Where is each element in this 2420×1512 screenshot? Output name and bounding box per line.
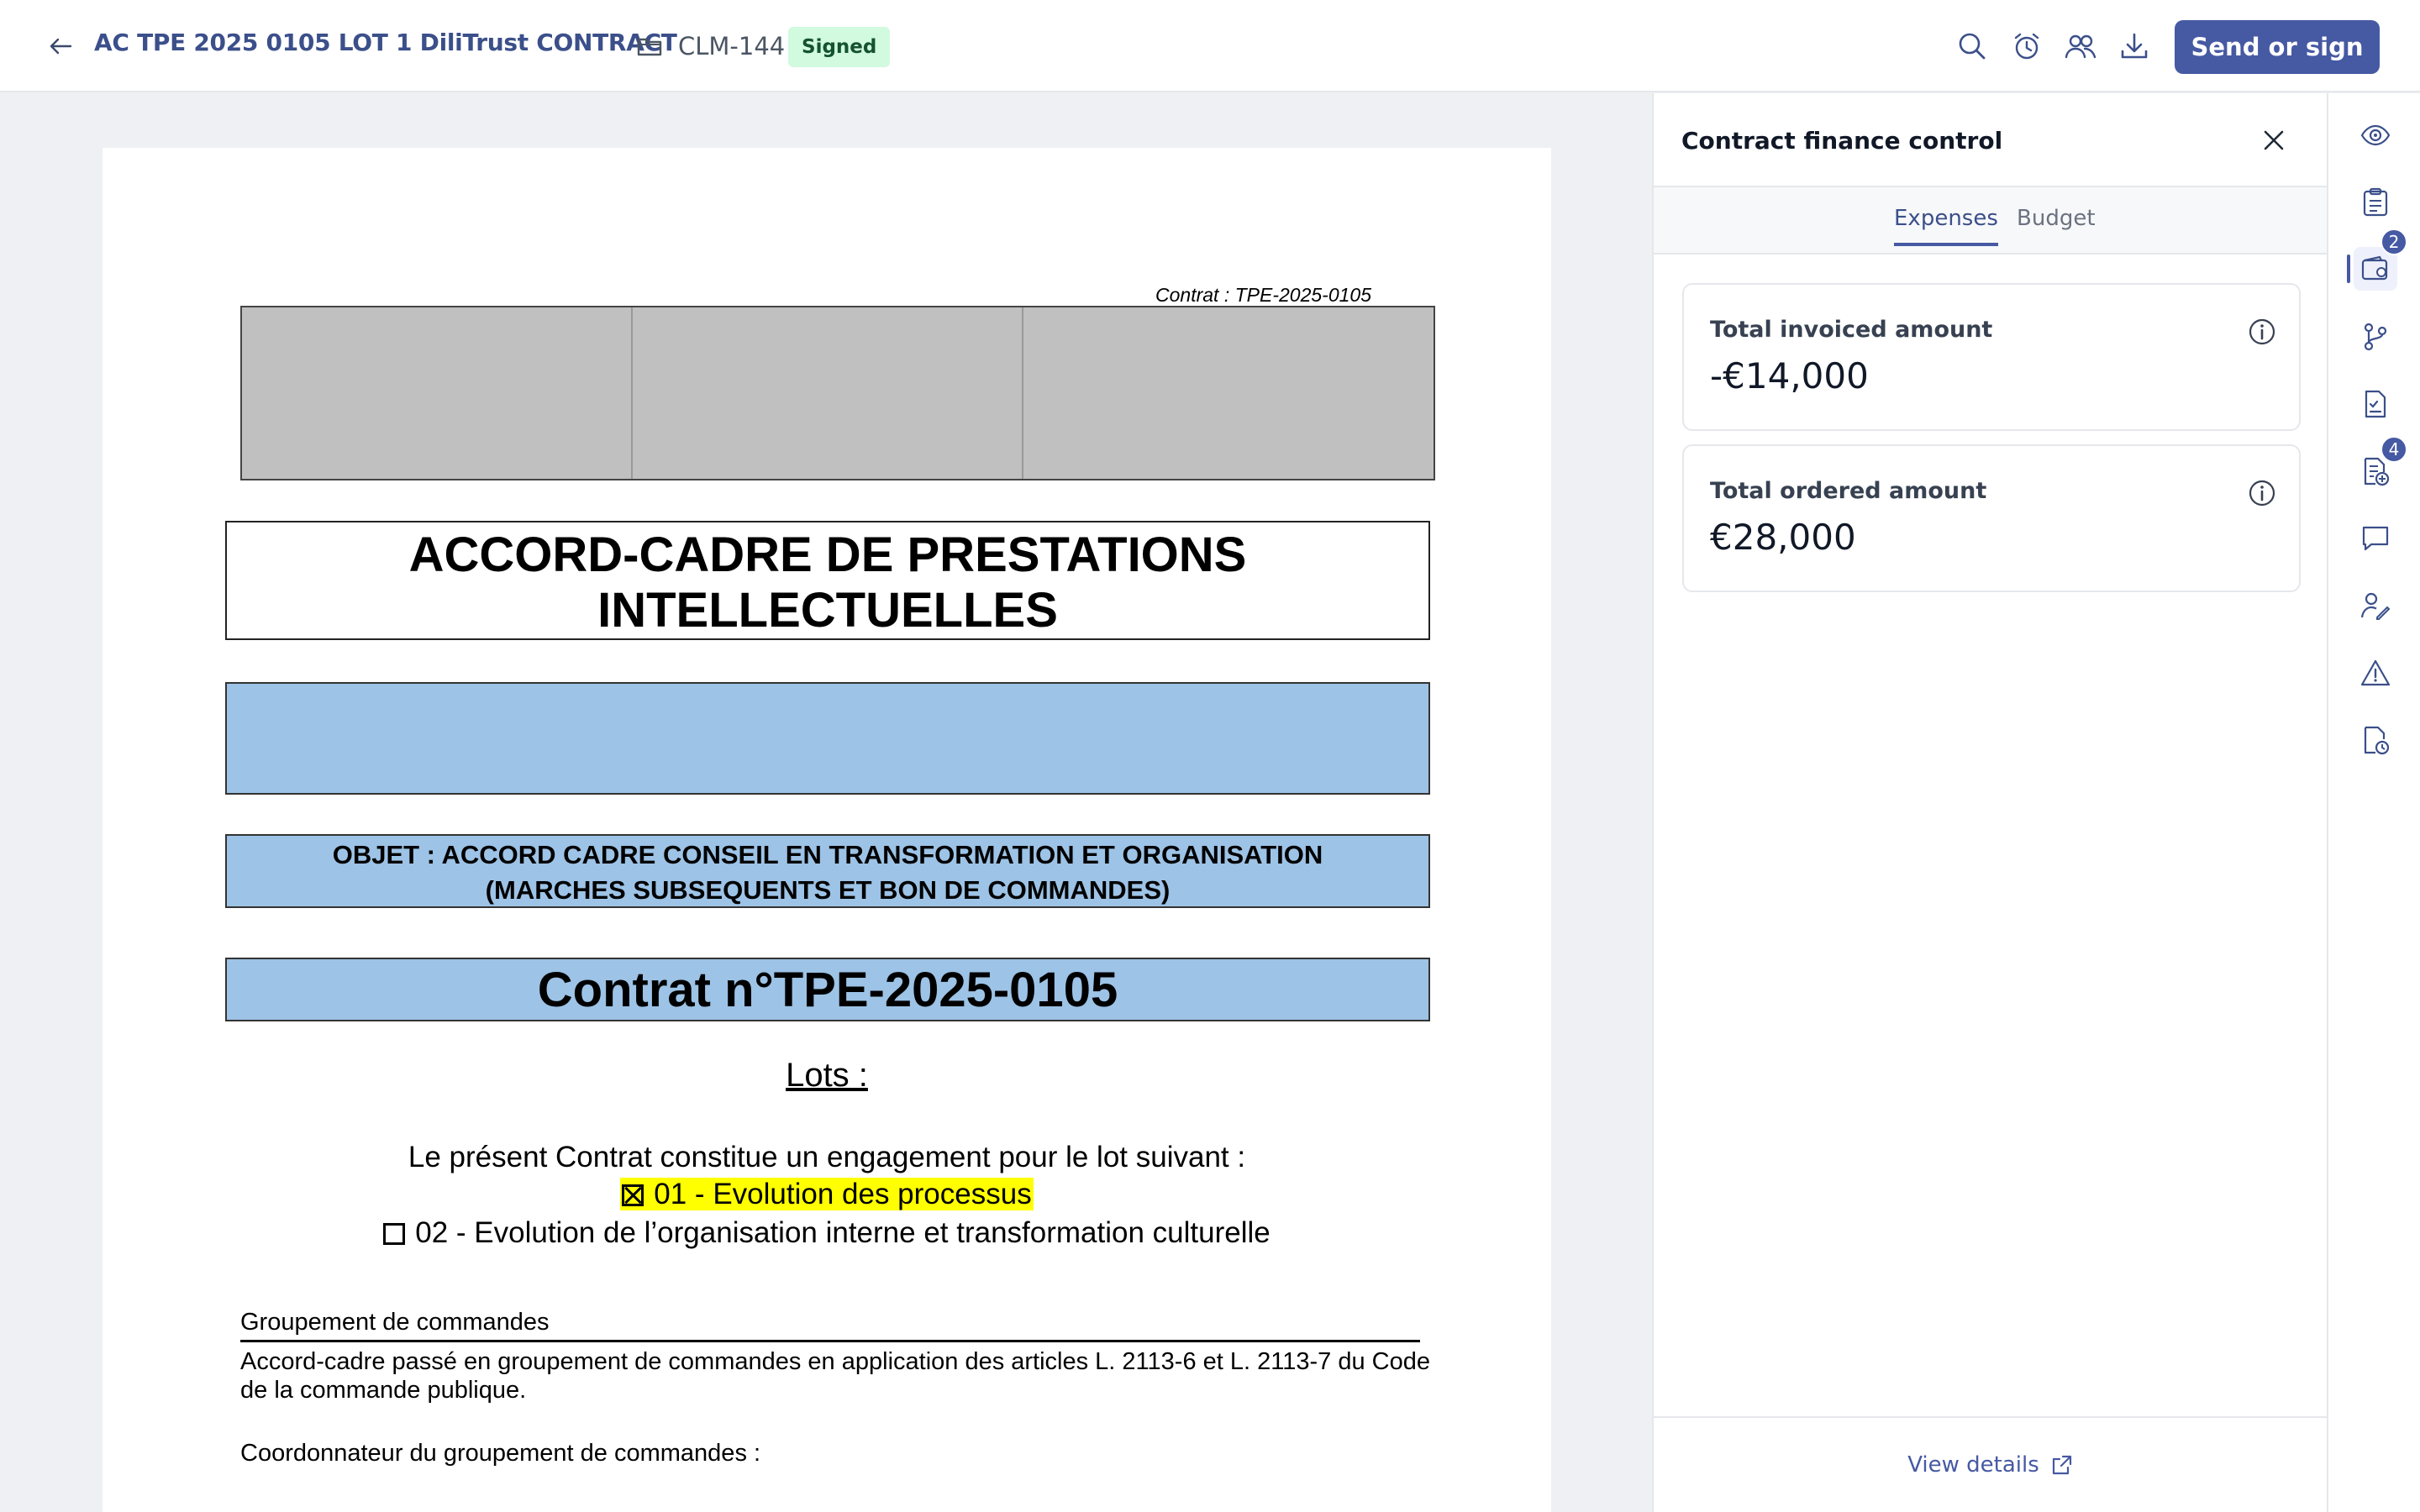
wallet-count-badge: 2	[2381, 228, 2407, 255]
redacted-logo-block	[240, 306, 1435, 480]
back-arrow-icon[interactable]	[42, 29, 79, 63]
doc-check-icon[interactable]	[2354, 382, 2397, 426]
eye-icon[interactable]	[2354, 113, 2397, 157]
panel-title: Contract finance control	[1681, 127, 2003, 155]
view-details-link[interactable]: View details	[1907, 1452, 2073, 1478]
contract-number-box: Contrat n°TPE-2025-0105	[225, 958, 1430, 1021]
checked-box-icon	[622, 1184, 644, 1206]
panel-header: Contract finance control	[1654, 93, 2327, 187]
tab-budget[interactable]: Budget	[2017, 206, 2096, 243]
objet-box: OBJET : ACCORD CADRE CONSEIL EN TRANSFOR…	[225, 834, 1430, 908]
unchecked-box-icon	[383, 1223, 406, 1245]
signature-icon[interactable]	[2354, 584, 2397, 627]
close-icon[interactable]	[2259, 125, 2289, 155]
contract-id: CLM-144	[678, 32, 786, 60]
document-page: Contrat : TPE-2025-0105 ACCORD-CADRE DE …	[103, 148, 1551, 1512]
doc-clock-icon[interactable]	[2354, 718, 2397, 762]
alarm-icon[interactable]	[2009, 29, 2044, 64]
finance-control-panel: Contract finance control Expenses Budget…	[1652, 93, 2327, 1512]
card-label: Total ordered amount	[1710, 478, 1987, 504]
panel-footer: View details	[1654, 1416, 2327, 1512]
send-or-sign-button[interactable]: Send or sign	[2175, 20, 2380, 74]
document-title: ACCORD-CADRE DE PRESTATIONS INTELLECTUEL…	[225, 521, 1430, 640]
contract-reference: Contrat : TPE-2025-0105	[1155, 284, 1371, 306]
panel-tabs: Expenses Budget	[1654, 187, 2327, 255]
right-toolbar	[2327, 93, 2420, 1512]
active-indicator	[2347, 255, 2350, 283]
card-value: €28,000	[1710, 517, 1856, 558]
users-icon[interactable]	[2063, 29, 2098, 64]
blank-blue-box	[225, 682, 1430, 795]
clipboard-icon[interactable]	[2354, 181, 2397, 224]
group-title: Groupement de commandes	[240, 1309, 1420, 1342]
search-icon[interactable]	[1954, 29, 1990, 64]
group-text: Accord-cadre passé en groupement de comm…	[240, 1348, 1430, 1404]
status-badge: Signed	[788, 27, 891, 67]
folder-icon[interactable]	[635, 32, 664, 60]
ordered-amount-card: Total ordered amount €28,000	[1682, 444, 2301, 592]
lot-2-item: 02 - Evolution de l’organisation interne…	[103, 1216, 1551, 1250]
lots-heading: Lots :	[786, 1057, 868, 1094]
app-window: AC TPE 2025 0105 LOT 1 DiliTrust CONTRAC…	[0, 0, 2420, 1512]
lot-1-item: 01 - Evolution des processus	[103, 1178, 1551, 1211]
doc-add-count-badge: 4	[2381, 436, 2407, 463]
comment-icon[interactable]	[2354, 517, 2397, 560]
document-viewer[interactable]: Contrat : TPE-2025-0105 ACCORD-CADRE DE …	[0, 93, 1652, 1512]
warning-icon[interactable]	[2354, 651, 2397, 695]
branch-icon[interactable]	[2354, 315, 2397, 359]
top-header: AC TPE 2025 0105 LOT 1 DiliTrust CONTRAC…	[0, 0, 2420, 92]
group-coordinator: Coordonnateur du groupement de commandes…	[240, 1440, 761, 1467]
card-value: -€14,000	[1710, 355, 1869, 396]
tab-expenses[interactable]: Expenses	[1894, 206, 1998, 246]
invoiced-amount-card: Total invoiced amount -€14,000	[1682, 283, 2301, 431]
contract-title: AC TPE 2025 0105 LOT 1 DiliTrust CONTRAC…	[94, 29, 677, 56]
card-label: Total invoiced amount	[1710, 317, 1993, 343]
external-link-icon	[2051, 1454, 2073, 1476]
download-icon[interactable]	[2117, 29, 2152, 64]
lot-intro-text: Le présent Contrat constitue un engageme…	[408, 1141, 1246, 1173]
info-icon[interactable]	[2247, 317, 2277, 347]
info-icon[interactable]	[2247, 478, 2277, 508]
